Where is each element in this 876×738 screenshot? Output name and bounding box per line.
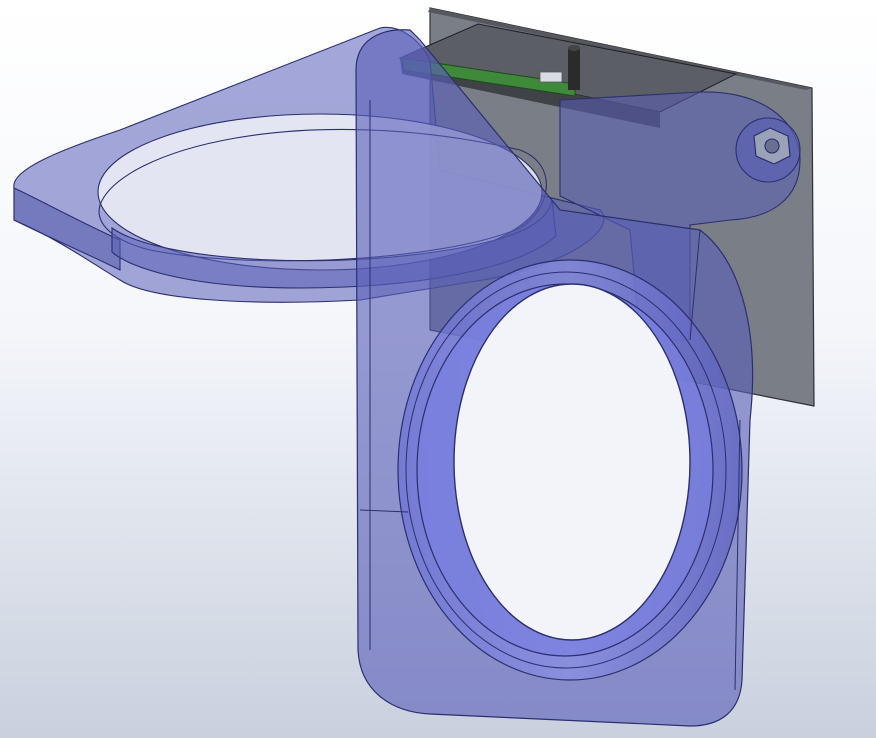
pin-header — [568, 48, 580, 90]
ring-opening[interactable] — [453, 283, 691, 641]
cad-model-render[interactable] — [0, 0, 876, 738]
cad-viewport[interactable] — [0, 0, 876, 738]
